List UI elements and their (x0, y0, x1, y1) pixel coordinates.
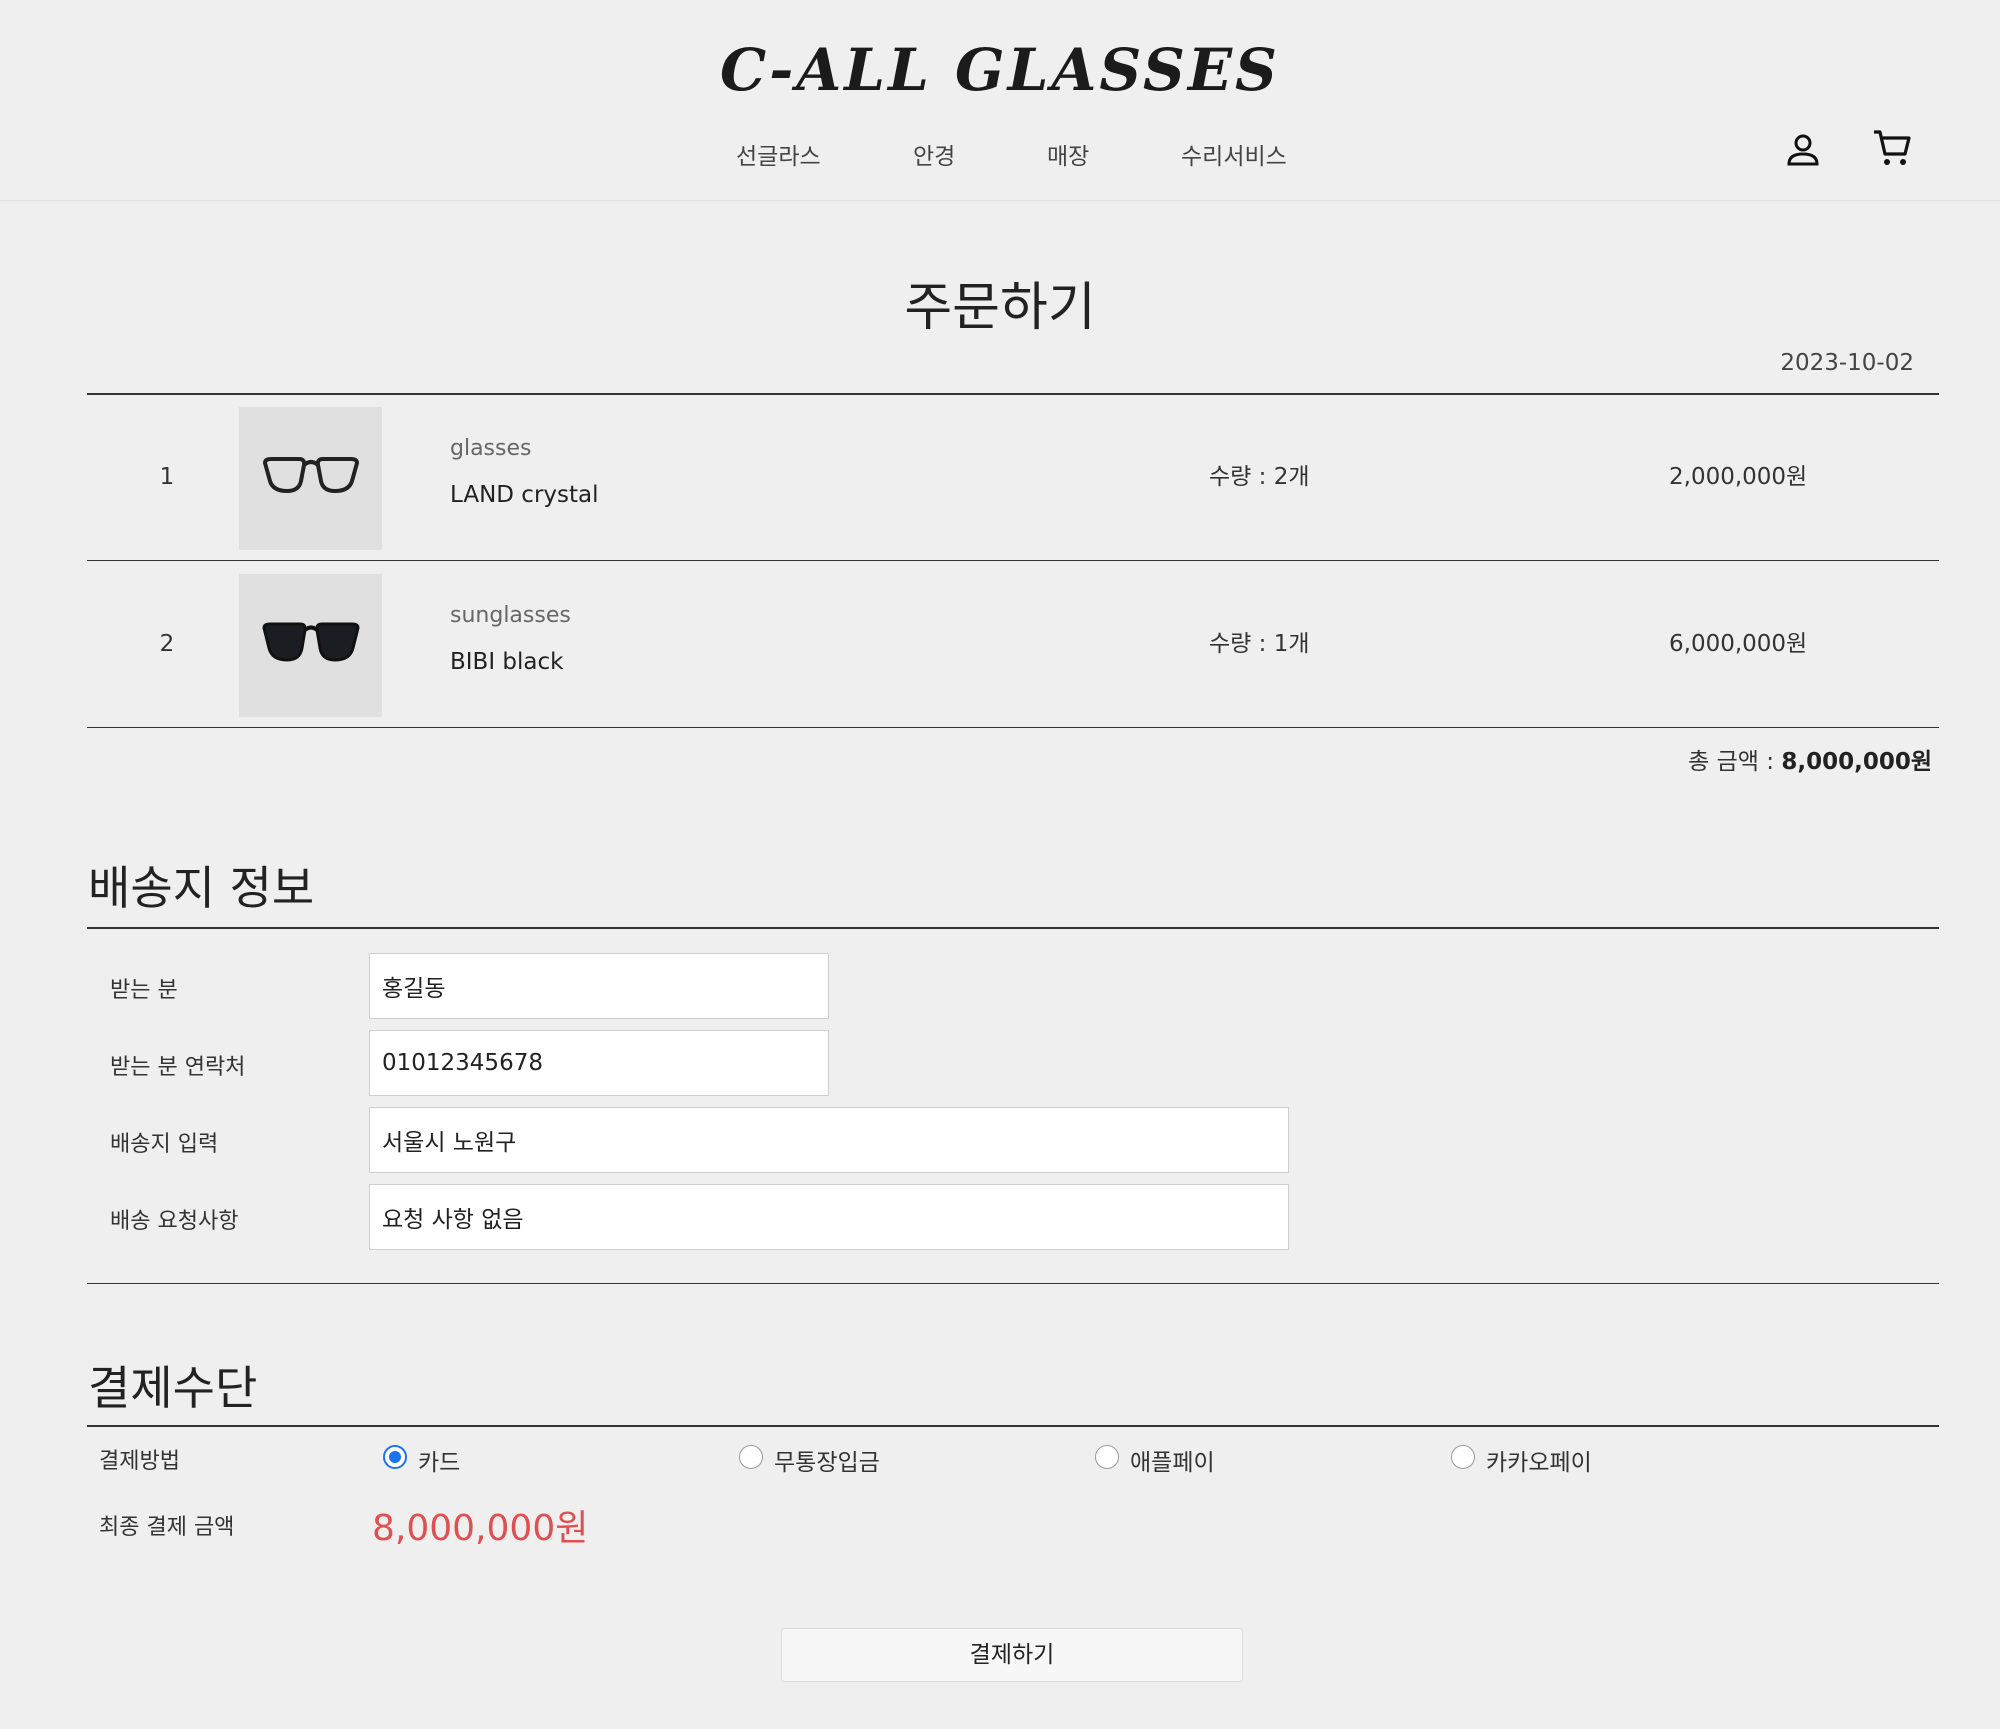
item-number: 1 (159, 464, 175, 490)
order-total: 총 금액 : 8,000,000원 (1688, 742, 1932, 776)
radio-indicator[interactable] (1451, 1445, 1475, 1469)
item-quantity: 수량 : 1개 (1209, 631, 1310, 657)
divider (87, 1425, 1939, 1427)
final-amount-label: 최종 결제 금액 (99, 1515, 235, 1540)
delivery-request-label: 배송 요청사항 (110, 1209, 239, 1234)
item-price: 6,000,000원 (1669, 631, 1808, 657)
payment-section-title: 결제수단 (88, 1361, 258, 1415)
clear-glasses-icon (262, 457, 360, 494)
site-logo[interactable]: C-ALL GLASSES (0, 36, 2000, 104)
item-category: glasses (450, 436, 532, 461)
item-quantity: 수량 : 2개 (1209, 464, 1310, 490)
divider (87, 1283, 1939, 1284)
pay-button[interactable]: 결제하기 (781, 1628, 1243, 1682)
address-label: 배송지 입력 (110, 1132, 219, 1157)
item-name[interactable]: LAND crystal (450, 482, 599, 508)
nav-item-glasses[interactable]: 안경 (913, 137, 955, 171)
recipient-name-input[interactable] (369, 953, 829, 1019)
radio-selected-indicator[interactable] (383, 1445, 407, 1469)
divider (87, 927, 1939, 929)
item-name[interactable]: BIBI black (450, 649, 563, 675)
delivery-request-input[interactable] (369, 1184, 1289, 1250)
recipient-phone-label: 받는 분 연락처 (110, 1055, 246, 1080)
item-category: sunglasses (450, 603, 571, 628)
radio-label-card: 카드 (418, 1450, 461, 1476)
radio-label-kakao-pay: 카카오페이 (1486, 1450, 1592, 1476)
order-date: 2023-10-02 (1780, 350, 1914, 376)
shipping-section-title: 배송지 정보 (88, 861, 315, 915)
item-price: 2,000,000원 (1669, 464, 1808, 490)
product-thumbnail[interactable] (239, 574, 382, 717)
nav-item-store[interactable]: 매장 (1047, 137, 1089, 171)
site-header: C-ALL GLASSES 선글라스 안경 매장 수리서비스 (0, 0, 2000, 201)
item-number: 2 (159, 631, 175, 657)
total-value: 8,000,000원 (1781, 749, 1932, 775)
page-title: 주문하기 (904, 278, 1096, 338)
recipient-label: 받는 분 (110, 978, 178, 1003)
black-sunglasses-icon (262, 622, 360, 662)
payment-method-label: 결제방법 (99, 1449, 180, 1474)
order-item-row: 2 sunglasses BIBI black 수량 : 1개 6,000,00… (87, 561, 1939, 727)
address-input[interactable] (369, 1107, 1289, 1173)
radio-indicator[interactable] (1095, 1445, 1119, 1469)
radio-indicator[interactable] (739, 1445, 763, 1469)
total-label: 총 금액 : (1688, 749, 1775, 775)
main-nav: 선글라스 안경 매장 수리서비스 (0, 137, 2000, 177)
final-amount-value: 8,000,000원 (372, 1508, 589, 1549)
order-item-row: 1 glasses LAND crystal 수량 : 2개 2,000,000… (87, 394, 1939, 560)
divider (87, 727, 1939, 728)
radio-label-apple-pay: 애플페이 (1130, 1450, 1215, 1476)
cart-icon[interactable] (1872, 128, 1912, 168)
product-thumbnail[interactable] (239, 407, 382, 550)
nav-item-sunglasses[interactable]: 선글라스 (736, 137, 821, 171)
user-icon[interactable] (1786, 132, 1820, 168)
nav-item-repair-service[interactable]: 수리서비스 (1181, 137, 1287, 171)
radio-label-bank-transfer: 무통장입금 (774, 1450, 880, 1476)
recipient-phone-input[interactable] (369, 1030, 829, 1096)
